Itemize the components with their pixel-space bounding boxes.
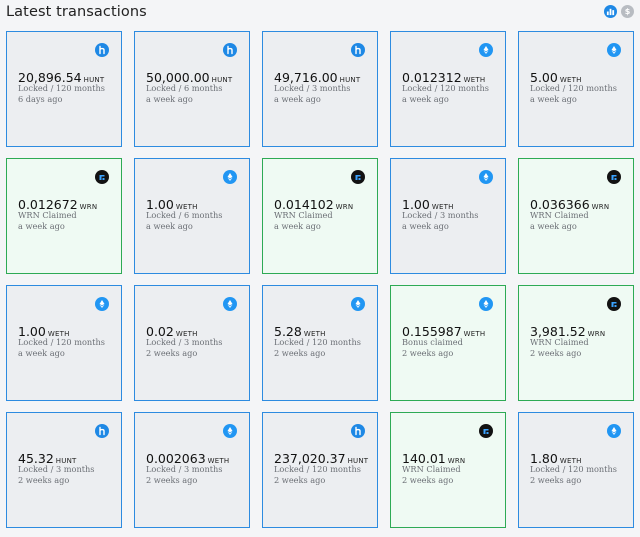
chart-icon[interactable] (604, 5, 617, 18)
transaction-status: Locked / 120 months (18, 337, 105, 347)
hunt-token-icon (95, 43, 109, 57)
weth-token-icon (351, 297, 365, 311)
transaction-card[interactable]: 5.00 WETH Locked / 120 months a week ago (518, 31, 634, 147)
transaction-card[interactable]: 0.012672 WRN WRN Claimed a week ago (6, 158, 122, 274)
transaction-status: WRN Claimed (18, 210, 77, 220)
transaction-status: Locked / 3 months (146, 337, 223, 347)
transaction-time: 2 weeks ago (274, 348, 326, 358)
weth-token-icon (95, 297, 109, 311)
hunt-token-icon (351, 424, 365, 438)
weth-token-icon (607, 43, 621, 57)
transaction-status: WRN Claimed (274, 210, 333, 220)
transaction-status: Bonus claimed (402, 337, 463, 347)
transaction-status: WRN Claimed (402, 464, 461, 474)
weth-token-icon (607, 424, 621, 438)
weth-token-icon (223, 170, 237, 184)
transaction-card[interactable]: 1.00 WETH Locked / 3 months a week ago (390, 158, 506, 274)
transaction-time: a week ago (530, 94, 577, 104)
page-title: Latest transactions (6, 4, 147, 20)
transaction-card[interactable]: 49,716.00 HUNT Locked / 3 months a week a… (262, 31, 378, 147)
hunt-token-icon (223, 43, 237, 57)
transaction-status: Locked / 6 months (146, 83, 223, 93)
token-symbol: WRN (587, 330, 606, 338)
transaction-time: 2 weeks ago (402, 348, 454, 358)
header: Latest transactions $ (0, 0, 640, 27)
transaction-time: a week ago (18, 221, 65, 231)
hunt-token-icon (95, 424, 109, 438)
transaction-card[interactable]: 20,896.54 HUNT Locked / 120 months 6 days… (6, 31, 122, 147)
transaction-status: Locked / 120 months (530, 83, 617, 93)
transaction-card[interactable]: 0.012312 WETH Locked / 120 months a week … (390, 31, 506, 147)
transaction-time: a week ago (274, 94, 321, 104)
wrn-token-icon (607, 297, 621, 311)
transaction-time: 2 weeks ago (18, 475, 70, 485)
transaction-time: a week ago (402, 221, 449, 231)
transaction-card[interactable]: 0.014102 WRN WRN Claimed a week ago (262, 158, 378, 274)
transaction-status: Locked / 3 months (18, 464, 95, 474)
token-symbol: WRN (335, 203, 354, 211)
transaction-card[interactable]: 237,020.37 HUNT Locked / 120 months 2 wee… (262, 412, 378, 528)
transaction-card[interactable]: 1.00 WETH Locked / 120 months a week ago (6, 285, 122, 401)
transaction-status: Locked / 3 months (402, 210, 479, 220)
transaction-time: 2 weeks ago (146, 475, 198, 485)
weth-token-icon (479, 170, 493, 184)
transaction-time: 6 days ago (18, 94, 63, 104)
transaction-card[interactable]: 45.32 HUNT Locked / 3 months 2 weeks ago (6, 412, 122, 528)
transaction-status: Locked / 120 months (274, 337, 361, 347)
transaction-card[interactable]: 140.01 WRN WRN Claimed 2 weeks ago (390, 412, 506, 528)
transaction-time: a week ago (146, 221, 193, 231)
transaction-status: Locked / 3 months (274, 83, 351, 93)
transaction-status: Locked / 3 months (146, 464, 223, 474)
transaction-card[interactable]: 5.28 WETH Locked / 120 months 2 weeks ago (262, 285, 378, 401)
weth-token-icon (479, 297, 493, 311)
transaction-status: WRN Claimed (530, 337, 589, 347)
transaction-card[interactable]: 50,000.00 HUNT Locked / 6 months a week a… (134, 31, 250, 147)
weth-token-icon (479, 43, 493, 57)
dollar-icon[interactable]: $ (621, 5, 634, 18)
transaction-time: a week ago (146, 94, 193, 104)
token-symbol: WETH (463, 330, 486, 338)
transaction-status: Locked / 6 months (146, 210, 223, 220)
transaction-card[interactable]: 1.00 WETH Locked / 6 months a week ago (134, 158, 250, 274)
dollar-glyph: $ (624, 7, 631, 16)
wrn-token-icon (351, 170, 365, 184)
transaction-card[interactable]: 0.036366 WRN WRN Claimed a week ago (518, 158, 634, 274)
wrn-token-icon (95, 170, 109, 184)
transactions-grid: 20,896.54 HUNT Locked / 120 months 6 days… (6, 31, 634, 531)
transaction-time: 2 weeks ago (146, 348, 198, 358)
transaction-time: 2 weeks ago (530, 475, 582, 485)
hunt-token-icon (351, 43, 365, 57)
transaction-time: a week ago (402, 94, 449, 104)
wrn-token-icon (479, 424, 493, 438)
transaction-status: Locked / 120 months (274, 464, 361, 474)
token-symbol: WRN (79, 203, 98, 211)
wrn-token-icon (607, 170, 621, 184)
transaction-card[interactable]: 0.02 WETH Locked / 3 months 2 weeks ago (134, 285, 250, 401)
transaction-time: 2 weeks ago (530, 348, 582, 358)
transaction-time: 2 weeks ago (402, 475, 454, 485)
transaction-time: a week ago (274, 221, 321, 231)
weth-token-icon (223, 424, 237, 438)
transaction-card[interactable]: 1.80 WETH Locked / 120 months 2 weeks ago (518, 412, 634, 528)
transaction-status: Locked / 120 months (402, 83, 489, 93)
transaction-card[interactable]: 3,981.52 WRN WRN Claimed 2 weeks ago (518, 285, 634, 401)
transaction-status: Locked / 120 months (530, 464, 617, 474)
transaction-time: a week ago (530, 221, 577, 231)
token-symbol: WRN (591, 203, 610, 211)
transaction-time: 2 weeks ago (274, 475, 326, 485)
transaction-time: a week ago (18, 348, 65, 358)
transaction-card[interactable]: 0.155987 WETH Bonus claimed 2 weeks ago (390, 285, 506, 401)
transaction-card[interactable]: 0.002063 WETH Locked / 3 months 2 weeks a… (134, 412, 250, 528)
transaction-status: WRN Claimed (530, 210, 589, 220)
weth-token-icon (223, 297, 237, 311)
transaction-status: Locked / 120 months (18, 83, 105, 93)
